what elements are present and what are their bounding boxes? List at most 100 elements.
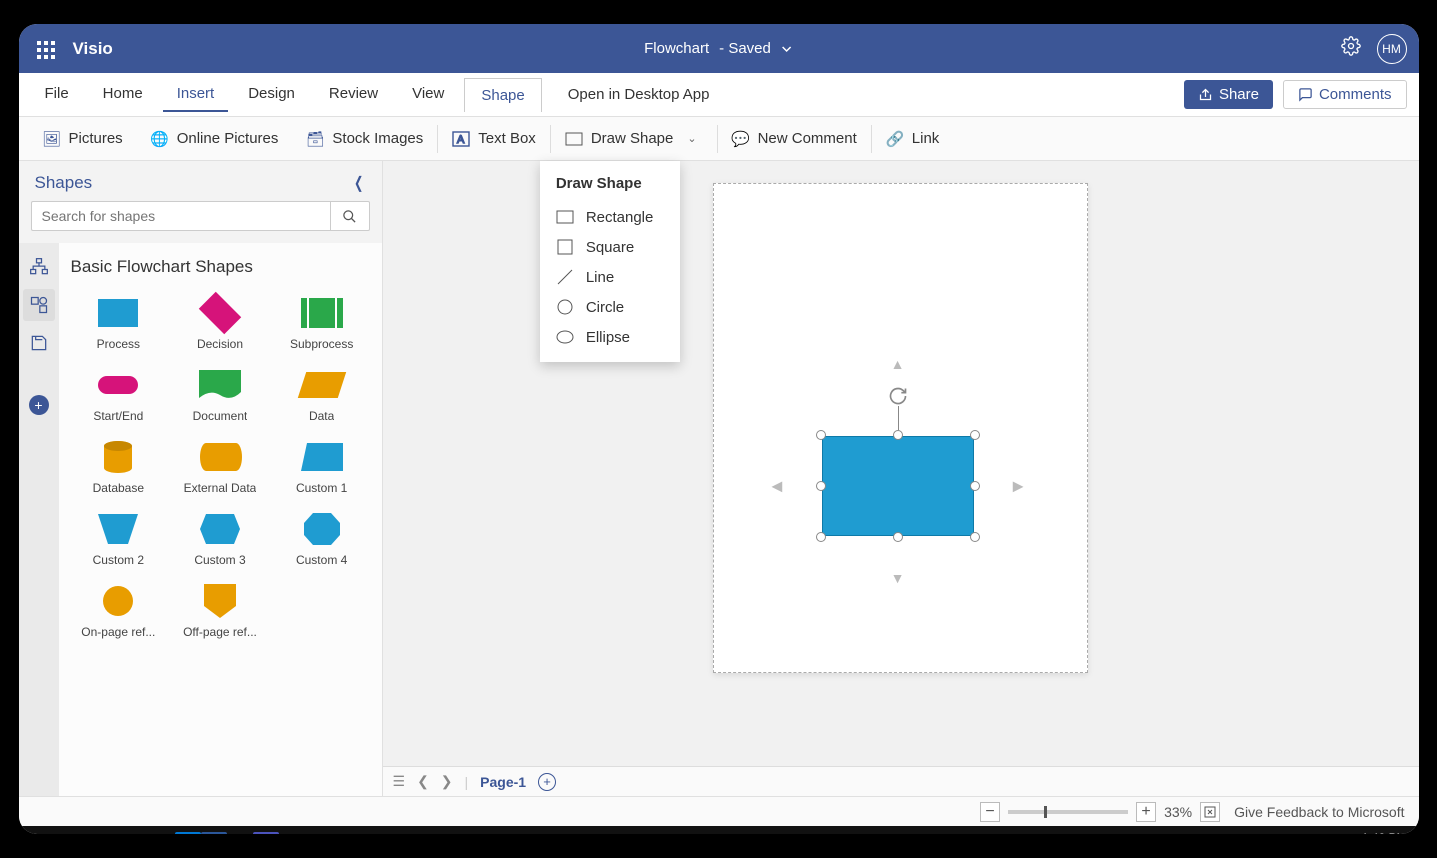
resize-handle-w[interactable] — [816, 481, 826, 491]
autoconnect-arrow-right[interactable]: ▶ — [1013, 478, 1024, 495]
search-shapes-input[interactable] — [31, 201, 330, 231]
fit-to-window-button[interactable] — [1200, 802, 1220, 822]
stencil-button-3[interactable] — [23, 327, 55, 359]
edge-icon[interactable] — [227, 832, 253, 834]
shapes-category-heading: Basic Flowchart Shapes — [71, 257, 370, 277]
app-launcher-icon[interactable] — [31, 35, 59, 63]
shape-subprocess[interactable]: Subprocess — [274, 291, 370, 355]
shape-process[interactable]: Process — [71, 291, 167, 355]
search-icon — [342, 209, 357, 224]
task-view-icon[interactable] — [115, 830, 145, 834]
open-in-desktop-link[interactable]: Open in Desktop App — [568, 86, 710, 103]
tab-insert[interactable]: Insert — [163, 77, 229, 112]
tab-file[interactable]: File — [31, 77, 83, 112]
tab-review[interactable]: Review — [315, 77, 392, 112]
shape-data[interactable]: Data — [274, 363, 370, 427]
collapse-panel-button[interactable]: ❮ — [354, 173, 363, 193]
online-pictures-button[interactable]: 🌐Online Pictures — [137, 117, 293, 160]
chevron-down-icon[interactable]: ⌄ — [681, 132, 702, 145]
draw-ellipse-item[interactable]: Ellipse — [540, 322, 680, 352]
add-stencil-button[interactable]: + — [29, 395, 49, 415]
pictures-button[interactable]: 🖼Pictures — [29, 117, 137, 160]
comments-button[interactable]: Comments — [1283, 80, 1407, 109]
shape-custom2[interactable]: Custom 2 — [71, 507, 167, 571]
selected-rectangle-shape[interactable]: ▲ ▼ ◀ ▶ — [822, 436, 974, 536]
settings-icon[interactable] — [1341, 36, 1361, 61]
share-button[interactable]: Share — [1184, 80, 1273, 109]
picture-icon: 🖼 — [43, 130, 61, 148]
document-name: Flowchart — [644, 40, 709, 57]
search-icon[interactable] — [55, 830, 85, 834]
draw-line-item[interactable]: Line — [540, 262, 680, 292]
resize-handle-n[interactable] — [893, 430, 903, 440]
stencil-button-1[interactable] — [23, 251, 55, 283]
save-status: - Saved — [719, 40, 771, 57]
stock-images-button[interactable]: 🗃Stock Images — [292, 117, 437, 160]
shape-startend[interactable]: Start/End — [71, 363, 167, 427]
draw-shape-dropdown: Draw Shape Rectangle Square Line Circle … — [540, 161, 680, 362]
dropdown-title: Draw Shape — [540, 171, 680, 202]
canvas[interactable]: ▲ ▼ ◀ ▶ ☰ ❮ ❯ | Page-1 + — [383, 161, 1419, 796]
draw-circle-item[interactable]: Circle — [540, 292, 680, 322]
tab-shape[interactable]: Shape — [464, 78, 541, 112]
feedback-link[interactable]: Give Feedback to Microsoft — [1234, 804, 1404, 820]
resize-handle-s[interactable] — [893, 532, 903, 542]
zoom-out-button[interactable]: − — [980, 802, 1000, 822]
rotate-connector — [898, 406, 899, 430]
file-explorer-icon[interactable]: 📁 — [145, 830, 175, 834]
app-name: Visio — [73, 39, 113, 59]
zoom-slider[interactable] — [1008, 810, 1128, 814]
start-button[interactable] — [25, 830, 55, 834]
tab-design[interactable]: Design — [234, 77, 309, 112]
shape-custom4[interactable]: Custom 4 — [274, 507, 370, 571]
resize-handle-ne[interactable] — [970, 430, 980, 440]
system-clock[interactable]: 1:42 PM 8/11/2021 — [1354, 831, 1413, 834]
shape-custom1[interactable]: Custom 1 — [274, 435, 370, 499]
shapes-grid: Process Decision Subprocess Start/End Do… — [71, 291, 370, 643]
shape-offpage-ref[interactable]: Off-page ref... — [172, 579, 268, 643]
autoconnect-arrow-down[interactable]: ▼ — [891, 570, 905, 586]
next-page-button[interactable]: ❯ — [441, 773, 453, 790]
prev-page-button[interactable]: ❮ — [417, 773, 429, 790]
link-button[interactable]: 🔗Link — [872, 117, 954, 160]
draw-rectangle-item[interactable]: Rectangle — [540, 202, 680, 232]
shapes-category-rail: + — [19, 243, 59, 796]
ribbon-tabs: File Home Insert Design Review View Shap… — [19, 73, 1419, 117]
word-icon[interactable]: W — [201, 832, 227, 834]
shape-database[interactable]: Database — [71, 435, 167, 499]
user-avatar[interactable]: HM — [1377, 34, 1407, 64]
resize-handle-sw[interactable] — [816, 532, 826, 542]
autoconnect-arrow-up[interactable]: ▲ — [891, 356, 905, 372]
cortana-icon[interactable] — [85, 830, 115, 834]
resize-handle-nw[interactable] — [816, 430, 826, 440]
resize-handle-se[interactable] — [970, 532, 980, 542]
tab-home[interactable]: Home — [89, 77, 157, 112]
shape-decision[interactable]: Decision — [172, 291, 268, 355]
add-page-button[interactable]: + — [538, 773, 556, 791]
teams-icon[interactable]: T — [253, 832, 279, 834]
draw-square-item[interactable]: Square — [540, 232, 680, 262]
document-title-area[interactable]: Flowchart - Saved — [644, 40, 793, 57]
autoconnect-arrow-left[interactable]: ◀ — [772, 478, 783, 495]
outlook-icon[interactable]: O — [175, 832, 201, 834]
svg-text:A: A — [457, 134, 465, 146]
drawing-page[interactable]: ▲ ▼ ◀ ▶ — [713, 183, 1088, 673]
shape-custom3[interactable]: Custom 3 — [172, 507, 268, 571]
draw-shape-button[interactable]: Draw Shape ⌄ Draw Shape Rectangle Square… — [551, 117, 717, 160]
ribbon-commands: 🖼Pictures 🌐Online Pictures 🗃Stock Images… — [19, 117, 1419, 161]
shape-onpage-ref[interactable]: On-page ref... — [71, 579, 167, 643]
resize-handle-e[interactable] — [970, 481, 980, 491]
link-icon: 🔗 — [886, 130, 904, 148]
page-tab[interactable]: Page-1 — [480, 774, 526, 790]
pages-list-icon[interactable]: ☰ — [393, 773, 406, 790]
search-button[interactable] — [330, 201, 370, 231]
rectangle-icon — [565, 130, 583, 148]
shape-document[interactable]: Document — [172, 363, 268, 427]
text-box-button[interactable]: AText Box — [438, 117, 550, 160]
stencil-button-2[interactable] — [23, 289, 55, 321]
tab-view[interactable]: View — [398, 77, 458, 112]
shape-external-data[interactable]: External Data — [172, 435, 268, 499]
new-comment-button[interactable]: 💬New Comment — [718, 117, 871, 160]
zoom-in-button[interactable]: + — [1136, 802, 1156, 822]
rotate-handle[interactable] — [888, 386, 908, 406]
